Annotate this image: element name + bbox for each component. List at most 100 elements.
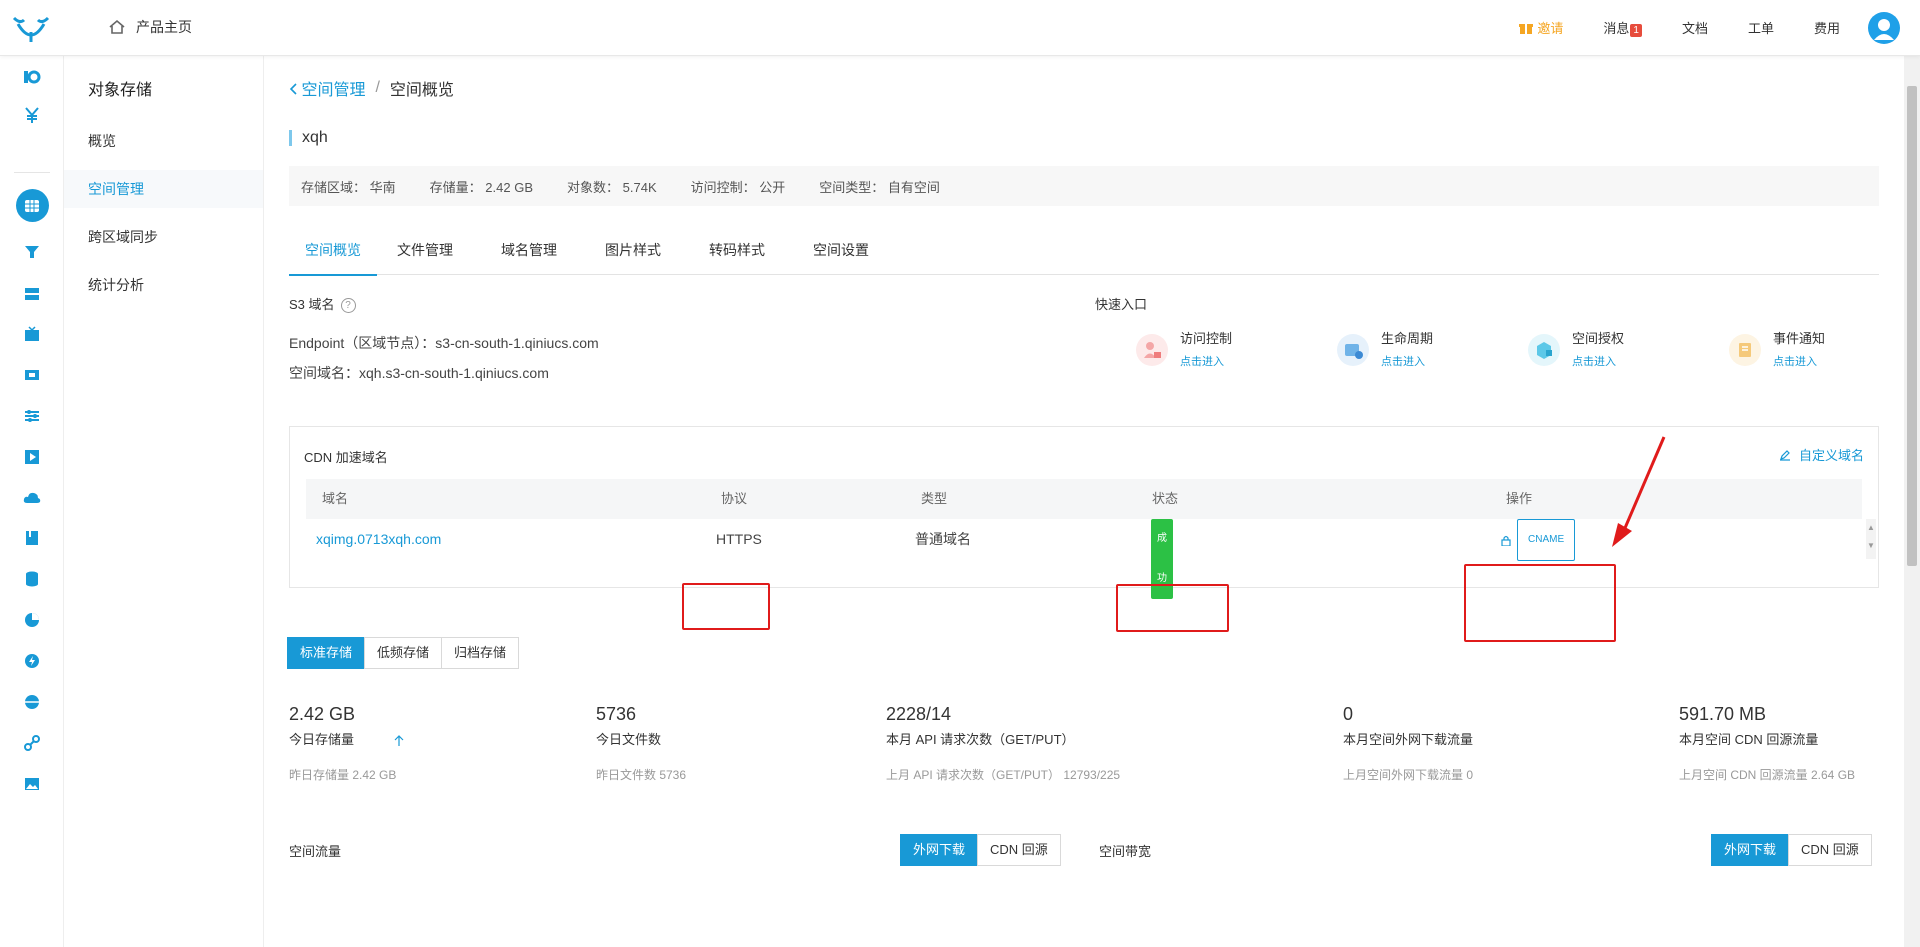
lock-icon[interactable]: [1501, 535, 1511, 547]
bandwidth-title: 空间带宽: [1099, 844, 1152, 859]
size-value: 2.42 GB: [485, 179, 533, 195]
messages-count-badge: 1: [1630, 24, 1642, 37]
scrollbar-thumb[interactable]: [1907, 86, 1917, 566]
messages-link[interactable]: 消息 1: [1603, 18, 1642, 37]
cdn-domain-link[interactable]: xqimg.0713xqh.com: [316, 519, 441, 559]
tickets-link[interactable]: 工单: [1748, 18, 1774, 37]
globe-icon[interactable]: [21, 691, 43, 713]
breadcrumb-separator: /: [375, 79, 380, 96]
objects-label: 对象数：: [567, 179, 620, 195]
stat-today-storage: 2.42 GB 今日存储量 昨日存储量 2.42 GB: [289, 704, 404, 783]
breadcrumb-parent: 空间管理: [301, 82, 366, 99]
gift-icon: [1519, 23, 1534, 34]
bandwidth-outbound-button[interactable]: 外网下载: [1711, 834, 1790, 866]
lightning-icon[interactable]: [21, 650, 43, 672]
bucket-access: 访问控制： 公开: [691, 177, 786, 196]
funnel-icon[interactable]: [21, 241, 43, 263]
quick-bucket-authorization[interactable]: 空间授权 点击进入: [1528, 328, 1624, 369]
product-home-link[interactable]: 产品主页: [108, 17, 192, 37]
sidebar-item-overview[interactable]: 概览: [64, 122, 263, 160]
archive-storage-button[interactable]: 归档存储: [441, 637, 520, 669]
dashboard-icon[interactable]: [21, 66, 43, 88]
stat-sub: 上月空间外网下载流量 0: [1343, 768, 1474, 782]
rail-divider: [14, 172, 50, 173]
server-icon[interactable]: [21, 283, 43, 305]
quick-access-control[interactable]: 访问控制 点击进入: [1136, 328, 1232, 369]
stat-label-text: 今日存储量: [289, 732, 355, 747]
tab-bucket-settings[interactable]: 空间设置: [809, 234, 873, 274]
cdn-action: CNAME: [1501, 519, 1576, 561]
traffic-cdn-origin-button[interactable]: CDN 回源: [977, 834, 1061, 866]
table-scrollbar[interactable]: ▲ ▼: [1866, 519, 1876, 559]
object-storage-sidebar: 对象存储 概览 空间管理 跨区域同步 统计分析: [64, 56, 264, 947]
col-action: 操作: [1506, 491, 1533, 506]
breadcrumb-current: 空间概览: [389, 82, 454, 99]
yuan-icon[interactable]: [21, 104, 43, 126]
object-storage-icon[interactable]: [21, 195, 43, 217]
cdn-protocol: HTTPS: [716, 531, 762, 547]
arrow-up-icon: [394, 734, 404, 746]
sidebar-item-cross-region-sync[interactable]: 跨区域同步: [64, 218, 263, 256]
help-icon[interactable]: ?: [340, 298, 356, 314]
bucket-tabs: 空间概览 文件管理 域名管理 图片样式 转码样式 空间设置: [289, 234, 1879, 276]
tab-transcode-styles[interactable]: 转码样式: [705, 234, 769, 274]
billing-link[interactable]: 费用: [1814, 18, 1840, 37]
protocol-highlight-box: [682, 583, 770, 630]
quick-lifecycle-link[interactable]: 点击进入: [1381, 353, 1433, 369]
edit-icon: [1779, 449, 1790, 461]
image-icon[interactable]: [21, 773, 43, 795]
status-highlight-box: [1116, 584, 1229, 632]
pie-chart-icon[interactable]: [21, 609, 43, 631]
bandwidth-cdn-origin-button[interactable]: CDN 回源: [1788, 834, 1872, 866]
bucket-type: 空间类型： 自有空间: [819, 177, 940, 196]
cname-button[interactable]: CNAME: [1517, 519, 1576, 561]
book-icon[interactable]: [21, 527, 43, 549]
sidebar-item-bucket-management[interactable]: 空间管理: [64, 170, 263, 208]
custom-domain-link[interactable]: 自定义域名: [1779, 445, 1864, 464]
live-tv-icon[interactable]: [21, 323, 43, 345]
quick-event-notification-link[interactable]: 点击进入: [1773, 353, 1825, 369]
docs-link[interactable]: 文档: [1682, 18, 1708, 37]
database-icon[interactable]: [21, 568, 43, 590]
quick-bucket-authorization-link[interactable]: 点击进入: [1572, 353, 1624, 369]
endpoint-label: Endpoint（区域节点）：: [289, 335, 436, 351]
invite-link[interactable]: 邀请: [1519, 18, 1563, 37]
cdn-type: 普通域名: [915, 531, 971, 547]
access-label: 访问控制：: [690, 179, 756, 195]
bucket-objects: 对象数： 5.74K: [567, 177, 657, 196]
quick-access-control-link[interactable]: 点击进入: [1180, 353, 1232, 369]
traffic-outbound-button[interactable]: 外网下载: [900, 834, 979, 866]
bandwidth-switch: 外网下载 CDN 回源: [1711, 834, 1872, 866]
breadcrumb-back-link[interactable]: 空间管理: [289, 76, 365, 100]
storage-class-switch: 标准存储 低频存储 归档存储: [287, 637, 520, 669]
type-value: 自有空间: [887, 179, 940, 195]
sidebar-item-statistics[interactable]: 统计分析: [64, 266, 263, 304]
col-status: 状态: [1152, 491, 1179, 506]
tab-overview[interactable]: 空间概览: [289, 234, 377, 276]
sliders-icon[interactable]: [21, 405, 43, 427]
page-scrollbar[interactable]: [1904, 56, 1920, 947]
tab-file-management[interactable]: 文件管理: [393, 234, 457, 274]
tab-image-styles[interactable]: 图片样式: [601, 234, 665, 274]
quick-event-notification[interactable]: 事件通知 点击进入: [1729, 328, 1825, 369]
stat-label: 本月空间 CDN 回源流量: [1679, 732, 1819, 747]
quick-lifecycle[interactable]: 生命周期 点击进入: [1337, 328, 1433, 369]
type-label: 空间类型：: [819, 179, 885, 195]
route-icon[interactable]: [21, 732, 43, 754]
qiniu-logo-icon[interactable]: [10, 10, 52, 46]
cdn-panel-title: CDN 加速域名: [304, 450, 388, 465]
cloud-icon[interactable]: [21, 487, 43, 509]
region-value: 华南: [369, 179, 396, 195]
standard-storage-button[interactable]: 标准存储: [287, 637, 366, 669]
tab-domain-management[interactable]: 域名管理: [497, 234, 561, 274]
user-icon: [1874, 19, 1894, 40]
access-value: 公开: [759, 179, 786, 195]
main-content: 空间管理 / 空间概览 xqh 存储区域： 华南 存储量： 2.42 GB 对象…: [264, 56, 1904, 947]
user-avatar[interactable]: [1868, 12, 1900, 44]
play-icon[interactable]: [21, 446, 43, 468]
infrequent-storage-button[interactable]: 低频存储: [364, 637, 443, 669]
stat-label: 本月 API 请求次数（GET/PUT）: [886, 732, 1075, 747]
traffic-switch: 外网下载 CDN 回源: [900, 834, 1061, 866]
video-icon[interactable]: [21, 364, 43, 386]
product-home-label: 产品主页: [136, 19, 192, 35]
